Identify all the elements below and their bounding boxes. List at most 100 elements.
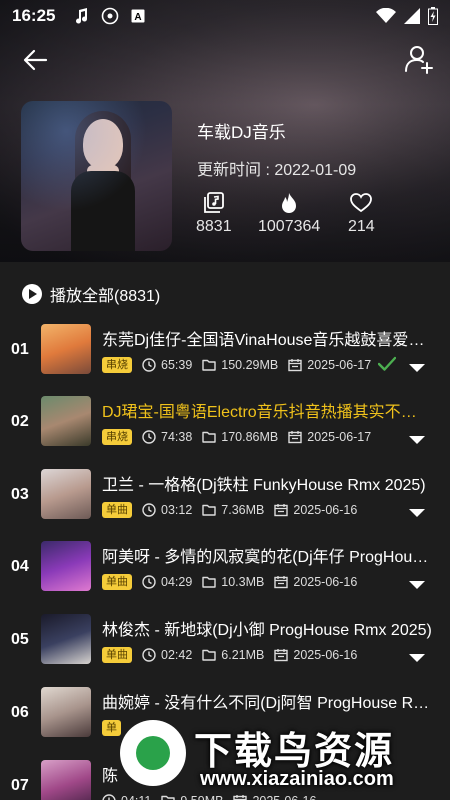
song-row[interactable]: 02 DJ珺宝-国粤语Electro音乐抖音热播其实不想走串烧 串烧 74:38 1… (0, 386, 450, 458)
song-meta: 单曲 03:12 7.36MB 2025-06-16 (102, 501, 367, 519)
song-duration: 02:42 (142, 648, 192, 662)
heart-icon (350, 193, 373, 213)
song-duration: 03:12 (142, 503, 192, 517)
song-duration: 74:38 (142, 430, 192, 444)
song-size: 6.21MB (202, 648, 264, 662)
song-row[interactable]: 04 阿美呀 - 多情的风寂寞的花(Dj年仔 ProgHouse Rmx) 单曲… (0, 531, 450, 603)
song-thumbnail (41, 687, 91, 737)
song-meta: 单曲 04:29 10.3MB 2025-06-16 (102, 573, 367, 591)
song-title: DJ珺宝-国粤语Electro音乐抖音热播其实不想走串烧 (102, 404, 432, 421)
clock-icon (142, 575, 161, 589)
folder-icon (202, 503, 221, 517)
watermark-url: www.xiazainiao.com (200, 768, 394, 790)
song-thumbnail (41, 324, 91, 374)
play-all-label: 播放全部(8831) (50, 288, 161, 305)
cell-signal-icon (404, 8, 420, 24)
stat-songs: 8831 (196, 192, 232, 236)
song-title: 曲婉婷 - 没有什么不同(Dj阿智 ProgHouse Rmx) (102, 695, 432, 712)
song-row[interactable]: 05 林俊杰 - 新地球(Dj小御 ProgHouse Rmx 2025) 单曲… (0, 604, 450, 676)
song-date: 2025-06-16 (274, 575, 357, 589)
stat-likes-value: 214 (348, 218, 375, 235)
song-type-badge: 串烧 (102, 429, 132, 445)
clock-icon (142, 648, 161, 662)
calendar-icon (274, 575, 293, 589)
music-note-icon (76, 8, 88, 24)
album-title: 车载DJ音乐 (197, 123, 286, 142)
battery-icon (428, 7, 438, 25)
calendar-icon (274, 503, 293, 517)
song-type-badge: 单曲 (102, 574, 132, 590)
play-circle-icon (22, 284, 42, 304)
song-date: 2025-06-17 (288, 358, 371, 372)
font-icon: A (131, 9, 145, 23)
wifi-icon (376, 8, 396, 23)
folder-icon (202, 648, 221, 662)
downloaded-check-icon (378, 356, 396, 371)
clock-icon (142, 358, 161, 372)
song-title: 林俊杰 - 新地球(Dj小御 ProgHouse Rmx 2025) (102, 622, 432, 639)
song-size: 10.3MB (202, 575, 264, 589)
song-thumbnail (41, 614, 91, 664)
stat-likes[interactable]: 214 (348, 192, 375, 236)
back-arrow-icon[interactable] (22, 46, 50, 74)
song-meta: 串烧 65:39 150.29MB 2025-06-17 (102, 356, 381, 374)
more-dropdown-icon[interactable] (409, 364, 425, 372)
calendar-icon (288, 430, 307, 444)
stat-plays: 1007364 (258, 192, 320, 236)
song-date: 2025-06-16 (274, 503, 357, 517)
song-duration: 04:29 (142, 575, 192, 589)
song-number: 02 (11, 413, 29, 430)
song-duration: 65:39 (142, 358, 192, 372)
song-row[interactable]: 03 卫兰 - 一格格(Dj铁柱 FunkyHouse Rmx 2025) 单曲… (0, 459, 450, 531)
song-thumbnail (41, 469, 91, 519)
song-title: 卫兰 - 一格格(Dj铁柱 FunkyHouse Rmx 2025) (102, 477, 426, 494)
clock-icon (102, 794, 121, 800)
disc-icon (102, 7, 119, 25)
stat-plays-value: 1007364 (258, 218, 321, 235)
song-size: 150.29MB (202, 358, 278, 372)
song-number: 07 (11, 777, 29, 794)
song-size: 7.36MB (202, 503, 264, 517)
more-dropdown-icon[interactable] (409, 581, 425, 589)
album-cover (21, 101, 172, 251)
calendar-icon (288, 358, 307, 372)
folder-icon (202, 575, 221, 589)
song-date: 2025-06-16 (274, 648, 357, 662)
song-title: 阿美呀 - 多情的风寂寞的花(Dj年仔 ProgHouse Rmx) (102, 549, 432, 566)
watermark-logo-icon (120, 720, 186, 786)
music-list-icon (203, 192, 224, 213)
song-number: 05 (11, 631, 29, 648)
user-add-icon[interactable] (404, 44, 434, 74)
song-thumbnail (41, 541, 91, 591)
song-number: 04 (11, 558, 29, 575)
song-row[interactable]: 01 东莞Dj佳仔-全国语VinaHouse音乐越鼓喜爱串烧 串烧 65:39 15… (0, 314, 450, 386)
song-number: 03 (11, 486, 29, 503)
song-thumbnail (41, 760, 91, 800)
folder-icon (202, 358, 221, 372)
song-number: 06 (11, 704, 29, 721)
more-dropdown-icon[interactable] (409, 654, 425, 662)
watermark-title: 下载鸟资源 (194, 731, 395, 773)
song-meta: 串烧 74:38 170.86MB 2025-06-17 (102, 428, 381, 446)
song-type-badge: 串烧 (102, 357, 132, 373)
song-type-badge: 单 (102, 720, 121, 736)
song-number: 01 (11, 341, 29, 358)
song-meta: 单曲 02:42 6.21MB 2025-06-16 (102, 646, 367, 664)
clock-icon (142, 430, 161, 444)
calendar-icon (274, 648, 293, 662)
more-dropdown-icon[interactable] (409, 509, 425, 517)
svg-text:A: A (135, 12, 142, 23)
more-dropdown-icon[interactable] (409, 436, 425, 444)
status-bar: 16:25 A (0, 0, 450, 32)
watermark: 下载鸟资源 www.xiazainiao.com (120, 718, 420, 800)
song-size: 170.86MB (202, 430, 278, 444)
song-thumbnail (41, 396, 91, 446)
album-updated-date: 更新时间 : 2022-01-09 (197, 162, 357, 179)
status-time: 16:25 (12, 6, 56, 25)
play-all-button[interactable]: 播放全部(8831) (22, 282, 160, 306)
folder-icon (202, 430, 221, 444)
clock-icon (142, 503, 161, 517)
song-title: 东莞Dj佳仔-全国语VinaHouse音乐越鼓喜爱串烧 (102, 332, 432, 349)
song-type-badge: 单曲 (102, 502, 132, 518)
stat-songs-value: 8831 (196, 218, 232, 235)
